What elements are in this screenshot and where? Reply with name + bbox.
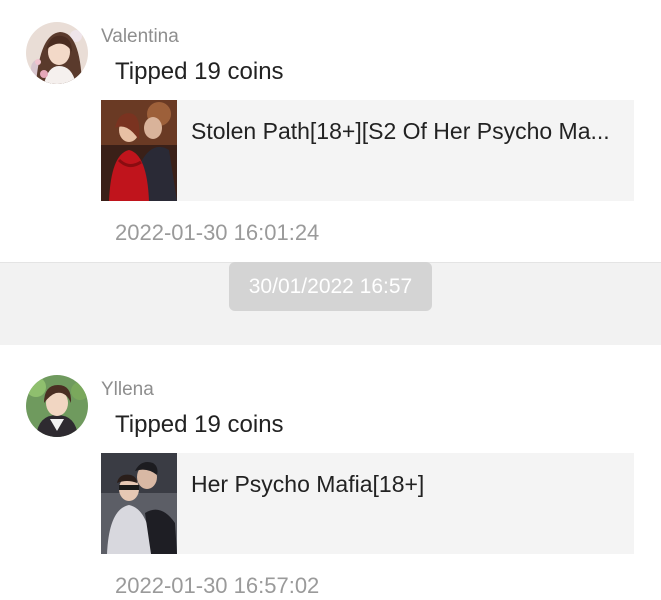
tip-notification: Yllena Tipped 19 coins Her Psycho Mafia[… (0, 345, 661, 600)
book-cover (101, 453, 177, 554)
book-cover-image (101, 100, 177, 201)
book-cover (101, 100, 177, 201)
time-chip: 30/01/2022 16:57 (229, 262, 432, 311)
user-avatar-image (26, 22, 88, 84)
tip-message: Tipped 19 coins (115, 411, 284, 438)
book-title: Stolen Path[18+][S2 Of Her Psycho Ma... (191, 118, 610, 144)
book-card[interactable]: Stolen Path[18+][S2 Of Her Psycho Ma... (101, 100, 634, 201)
tip-notification: Valentina Tipped 19 coins Stolen Path[18… (0, 0, 661, 262)
user-avatar[interactable] (26, 375, 88, 437)
time-separator: 30/01/2022 16:57 (0, 262, 661, 345)
timestamp: 2022-01-30 16:01:24 (115, 220, 320, 245)
book-card[interactable]: Her Psycho Mafia[18+] (101, 453, 634, 554)
username[interactable]: Valentina (101, 26, 179, 48)
timestamp: 2022-01-30 16:57:02 (115, 573, 320, 598)
user-avatar-image (26, 375, 88, 437)
tip-message: Tipped 19 coins (115, 58, 284, 85)
user-avatar[interactable] (26, 22, 88, 84)
book-cover-image (101, 453, 177, 554)
username[interactable]: Yllena (101, 379, 154, 401)
book-title: Her Psycho Mafia[18+] (191, 471, 425, 497)
